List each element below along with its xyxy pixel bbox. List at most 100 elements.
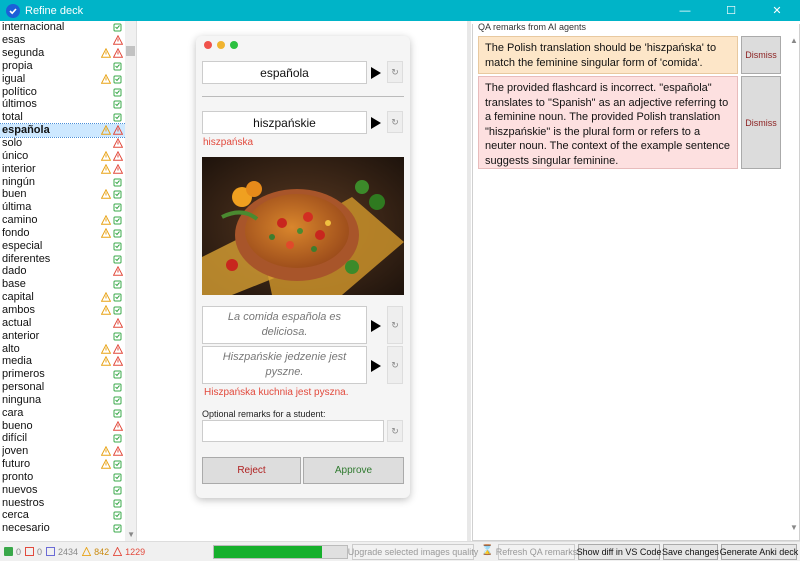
word-list-item[interactable]: personal: [0, 381, 136, 394]
word-list-item[interactable]: actual: [0, 316, 136, 329]
qa-scrollbar[interactable]: ▲ ▼: [789, 36, 799, 536]
reject-button[interactable]: Reject: [202, 457, 301, 484]
word-list-item[interactable]: especial: [0, 239, 136, 252]
word-list-item[interactable]: fondo: [0, 227, 136, 240]
check-icon: [4, 547, 13, 556]
play-sentence-front-icon[interactable]: [370, 320, 382, 332]
word-label: buen: [2, 188, 27, 201]
play-sentence-back-icon[interactable]: [370, 360, 382, 372]
word-label: capital: [2, 291, 34, 304]
sentence-suggestion: Hiszpańska kuchnia jest pyszna.: [204, 387, 349, 398]
word-status-icons: [100, 523, 124, 534]
word-list-item[interactable]: alto: [0, 342, 136, 355]
student-remarks-input[interactable]: [202, 420, 384, 442]
word-list-item[interactable]: española: [0, 122, 136, 138]
dismiss-button[interactable]: Dismiss: [741, 76, 781, 169]
word-list-item[interactable]: político: [0, 85, 136, 98]
approved-icon: [112, 394, 123, 405]
word-list-item[interactable]: anterior: [0, 329, 136, 342]
word-label: base: [2, 278, 26, 291]
word-list-item[interactable]: segunda: [0, 47, 136, 60]
word-label: media: [2, 355, 32, 368]
word-list-scrollbar[interactable]: ▼: [125, 21, 136, 541]
refresh-sentence-back-icon[interactable]: ↻: [387, 346, 403, 384]
word-list-item[interactable]: capital: [0, 291, 136, 304]
word-list-item[interactable]: ningún: [0, 175, 136, 188]
refresh-qa-button[interactable]: Refresh QA remarks: [496, 544, 577, 560]
word-status-icons: [100, 292, 124, 303]
word-list-item[interactable]: esas: [0, 34, 136, 47]
word-list-item[interactable]: nuestros: [0, 496, 136, 509]
word-list-item[interactable]: últimos: [0, 98, 136, 111]
word-list-item[interactable]: pronto: [0, 471, 136, 484]
front-word-field[interactable]: española: [202, 61, 367, 84]
word-list-item[interactable]: necesario: [0, 522, 136, 535]
word-list-item[interactable]: único: [0, 149, 136, 162]
upgrade-images-button[interactable]: Upgrade selected images quality: [348, 544, 478, 560]
scrollbar-thumb[interactable]: [126, 46, 135, 56]
word-list-item[interactable]: cerca: [0, 509, 136, 522]
word-list-item[interactable]: ambos: [0, 304, 136, 317]
refresh-sentence-front-icon[interactable]: ↻: [387, 306, 403, 344]
word-list-item[interactable]: cara: [0, 406, 136, 419]
total-count: 2434: [46, 547, 78, 557]
word-list-item[interactable]: dado: [0, 265, 136, 278]
word-list-item[interactable]: base: [0, 278, 136, 291]
word-list-item[interactable]: interior: [0, 162, 136, 175]
word-list-item[interactable]: última: [0, 201, 136, 214]
refresh-back-icon[interactable]: ↻: [387, 111, 403, 133]
play-front-icon[interactable]: [370, 67, 382, 79]
example-sentence-front[interactable]: La comida española es deliciosa.: [202, 306, 367, 344]
word-list-item[interactable]: primeros: [0, 368, 136, 381]
close-button[interactable]: ✕: [754, 0, 800, 21]
refresh-remarks-icon[interactable]: ↻: [387, 420, 403, 442]
word-list-item[interactable]: camino: [0, 214, 136, 227]
word-list-item[interactable]: solo: [0, 137, 136, 150]
green-dot-icon: [230, 41, 238, 49]
word-status-icons: [100, 343, 124, 354]
panel-splitter[interactable]: [467, 21, 471, 541]
sentence-back-text: Hiszpańskie jedzenie jest pyszne.: [222, 351, 347, 378]
word-list-item[interactable]: internacional: [0, 21, 136, 34]
scroll-down-icon[interactable]: ▼: [790, 523, 798, 532]
word-label: ambos: [2, 303, 36, 316]
scroll-down-icon[interactable]: ▼: [127, 530, 135, 539]
word-list-item[interactable]: propia: [0, 60, 136, 73]
minimize-button[interactable]: —: [662, 0, 708, 21]
dismiss-button[interactable]: Dismiss: [741, 36, 781, 74]
hourglass-icon: ⌛: [481, 545, 494, 556]
approved-icon: [112, 215, 123, 226]
word-list-item[interactable]: bueno: [0, 419, 136, 432]
maximize-button[interactable]: ☐: [708, 0, 754, 21]
refresh-front-icon[interactable]: ↻: [387, 61, 403, 83]
word-label: actual: [2, 316, 32, 329]
word-list-item[interactable]: ninguna: [0, 393, 136, 406]
word-list-item[interactable]: difícil: [0, 432, 136, 445]
word-list-item[interactable]: nuevos: [0, 483, 136, 496]
example-sentence-back[interactable]: Hiszpańskie jedzenie jest pyszne.: [202, 346, 367, 384]
show-diff-button[interactable]: Show diff in VS Code: [577, 544, 661, 560]
warning-icon: [100, 48, 111, 59]
play-back-icon[interactable]: [370, 117, 382, 129]
scroll-up-icon[interactable]: ▲: [790, 36, 798, 45]
approved-count: 0: [4, 547, 21, 557]
approved-icon: [112, 407, 123, 418]
word-list-item[interactable]: igual: [0, 72, 136, 85]
word-label: difícil: [2, 432, 28, 445]
word-label: político: [2, 85, 37, 98]
word-list-item[interactable]: joven: [0, 445, 136, 458]
approved-icon: [112, 433, 123, 444]
save-changes-button[interactable]: Save changes: [662, 544, 719, 560]
word-label: anterior: [2, 329, 40, 342]
word-list-item[interactable]: diferentes: [0, 252, 136, 265]
word-list-item[interactable]: futuro: [0, 458, 136, 471]
word-list-item[interactable]: media: [0, 355, 136, 368]
word-list-item[interactable]: buen: [0, 188, 136, 201]
word-list[interactable]: internacional esas segunda propia igual polít…: [0, 21, 137, 541]
generate-anki-button[interactable]: Generate Anki deck: [720, 544, 798, 560]
status-bar: 0 0 2434 842 1229 Upgrade selected image…: [0, 541, 800, 561]
word-list-item[interactable]: total: [0, 111, 136, 124]
word-label: fondo: [2, 226, 30, 239]
back-word-field[interactable]: hiszpańskie: [202, 111, 367, 134]
approve-button[interactable]: Approve: [303, 457, 404, 484]
